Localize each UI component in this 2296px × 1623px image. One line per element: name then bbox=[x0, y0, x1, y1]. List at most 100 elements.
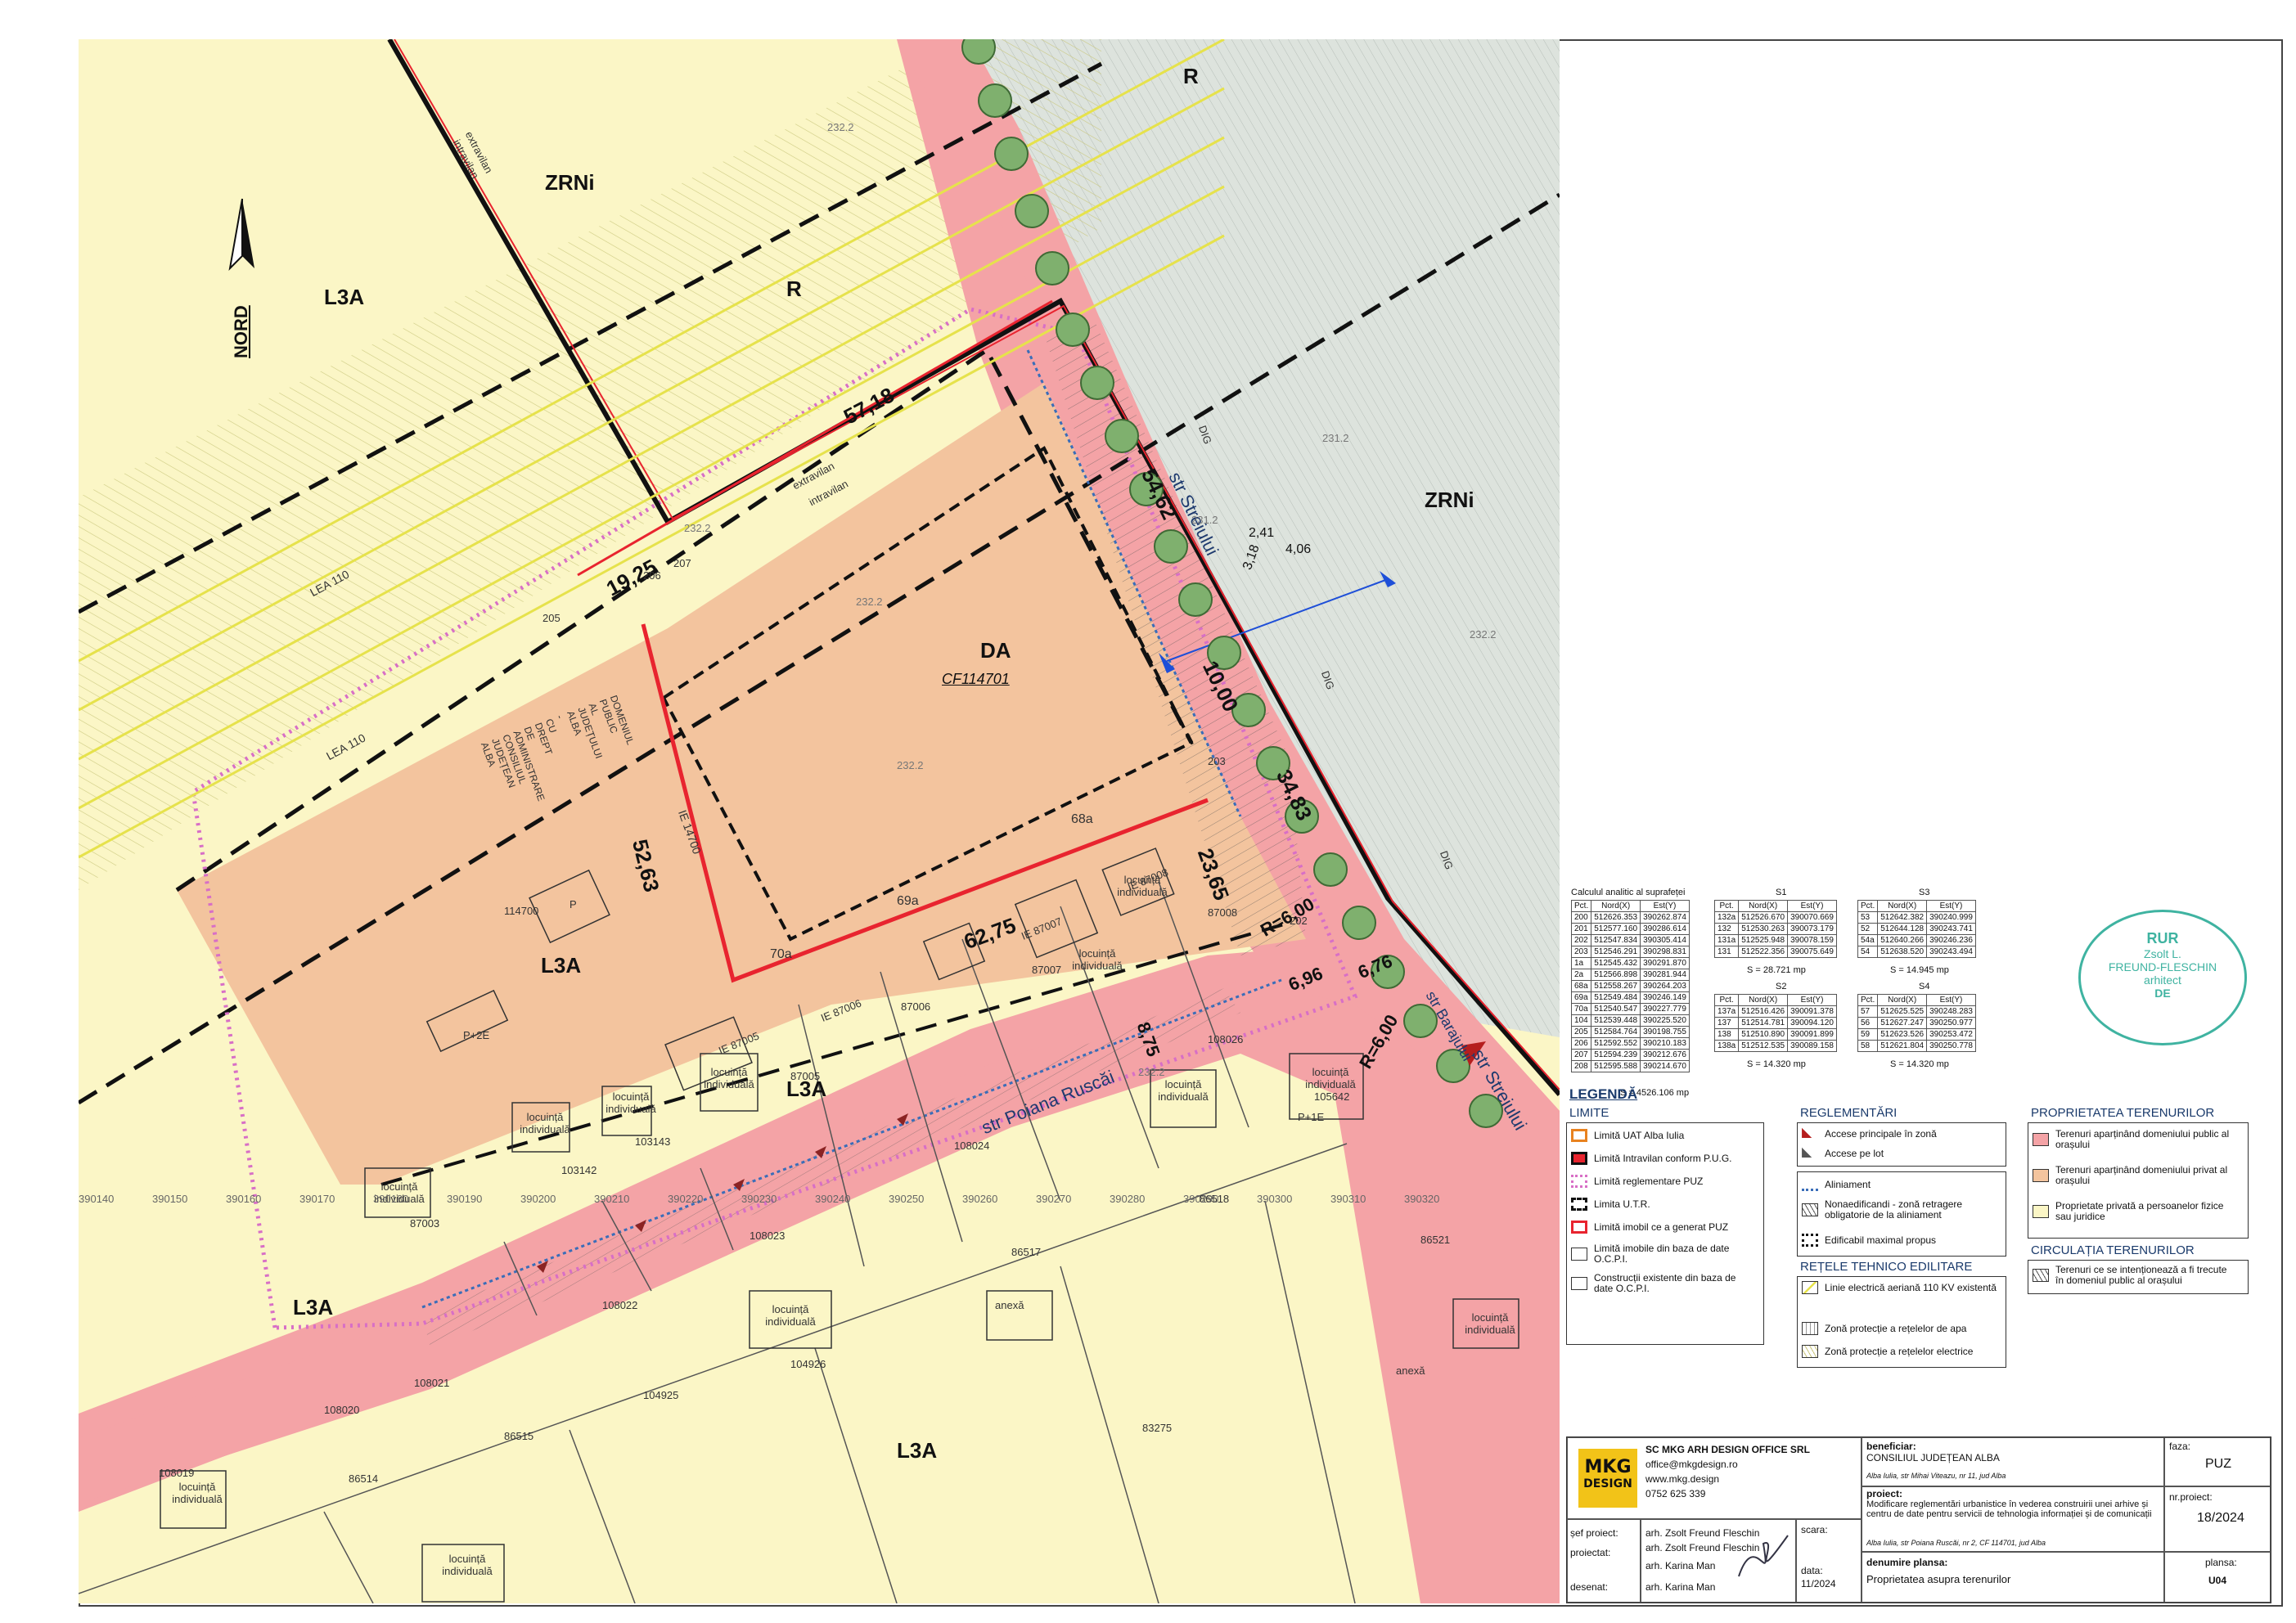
north-label: NORD bbox=[231, 305, 251, 358]
logo-line2: DESIGN bbox=[1583, 1477, 1632, 1490]
stamp-name1: Zsolt L. bbox=[2144, 947, 2181, 960]
parcel-87003: 87003 bbox=[410, 1217, 440, 1230]
tb-data: 11/2024 bbox=[1801, 1578, 1836, 1589]
legend-limit-intravilan-label: Limită Intravilan conform P.U.G. bbox=[1594, 1152, 1732, 1164]
coord-cell: 512644.128 bbox=[1877, 923, 1928, 935]
coord-cell: 390243.494 bbox=[1926, 946, 1976, 958]
coord-cell: 138 bbox=[1713, 1028, 1740, 1041]
coord-row: 137 512514.781 390094.120 bbox=[1713, 1017, 1837, 1029]
tb-beneficiar-addr: Alba Iulia, str Mihai Viteazu, nr 11, ju… bbox=[1866, 1472, 2006, 1480]
coord-cell: 512539.448 bbox=[1591, 1014, 1641, 1027]
tb-web[interactable]: www.mkg.design bbox=[1645, 1473, 1719, 1485]
coord-cell: 512558.267 bbox=[1591, 980, 1641, 992]
coord-row: 205 512584.764 390198.755 bbox=[1570, 1026, 1690, 1038]
legend-privat-label: Proprietate privată a persoanelor fizice… bbox=[2055, 1200, 2224, 1222]
zone-l3a-left: L3A bbox=[293, 1295, 334, 1320]
coord-cell: 208 bbox=[1570, 1060, 1592, 1072]
signature-icon bbox=[1738, 1535, 1789, 1577]
tb-nr-label: nr.proiect: bbox=[2169, 1491, 2213, 1503]
coord-cell: 202 bbox=[1570, 934, 1592, 946]
coord-cell: 390198.755 bbox=[1640, 1026, 1690, 1038]
coord-cell: 390253.472 bbox=[1926, 1028, 1976, 1041]
legend-public-label: Terenuri aparținând domeniului public al… bbox=[2055, 1128, 2230, 1150]
s3-head-nord: Nord(X) bbox=[1877, 900, 1928, 912]
point-202: 202 bbox=[1290, 915, 1308, 927]
coord-cell: 57 bbox=[1857, 1005, 1879, 1018]
coord-row: 201 512577.160 390286.614 bbox=[1570, 923, 1690, 935]
coord-cell: 56 bbox=[1857, 1017, 1879, 1029]
tb-proiect-addr: Alba Iulia, str Poiana Ruscăi, nr 2, CF … bbox=[1866, 1539, 2046, 1547]
calc-head-pct: Pct. bbox=[1570, 900, 1592, 912]
legend-edificabil-label: Edificabil maximal propus bbox=[1825, 1234, 1937, 1246]
grid-x-label: 390180 bbox=[373, 1193, 409, 1205]
calc-s3-total: S = 14.945 mp bbox=[1890, 965, 1949, 975]
point-206: 206 bbox=[643, 569, 661, 582]
swatch-uat bbox=[1571, 1129, 1587, 1142]
coord-cell: 390250.977 bbox=[1926, 1017, 1976, 1029]
coord-cell: 512547.834 bbox=[1591, 934, 1641, 946]
legend-limit-uat-label: Limită UAT Alba Iulia bbox=[1594, 1129, 1685, 1141]
stamp-top: RUR bbox=[2146, 930, 2179, 946]
calc-table-s1: Pct. Nord(X) Est(Y) 132a 512526.670 390070.6… bbox=[1713, 900, 1837, 958]
coord-cell: 131 bbox=[1713, 946, 1740, 958]
coord-cell: 68a bbox=[1570, 980, 1592, 992]
coord-cell: 390298.831 bbox=[1640, 946, 1690, 958]
coord-cell: 137a bbox=[1713, 1005, 1740, 1018]
site-plan-map: L3A ZRNi R R ZRNi DA CF114701 L3A L3A L3… bbox=[79, 39, 1560, 1603]
coord-row: 206 512592.552 390210.183 bbox=[1570, 1037, 1690, 1050]
grid-x-label: 390200 bbox=[520, 1193, 556, 1205]
zone-zrni-right: ZRNi bbox=[1425, 488, 1474, 512]
coord-cell: 390214.670 bbox=[1640, 1060, 1690, 1072]
swatch-aliniament bbox=[1802, 1178, 1818, 1191]
locuinta-1: locuință individuală bbox=[1072, 947, 1123, 972]
legend-reg-head: REGLEMENTĂRI bbox=[1800, 1106, 1898, 1120]
s1-head-pct: Pct. bbox=[1713, 900, 1740, 912]
coord-cell: 512526.670 bbox=[1738, 911, 1789, 924]
grid-x-label: 390290 bbox=[1183, 1193, 1219, 1205]
coord-cell: 390210.183 bbox=[1640, 1037, 1690, 1050]
calc-table-s2: Pct. Nord(X) Est(Y) 137a 512516.426 390091.3… bbox=[1713, 994, 1837, 1052]
coord-cell: 390305.414 bbox=[1640, 934, 1690, 946]
access-lot-icon: ◣ bbox=[1802, 1145, 1812, 1159]
legend-edificabil: Edificabil maximal propus bbox=[1802, 1234, 1936, 1247]
coord-cell: 69a bbox=[1570, 991, 1592, 1004]
grid-x-label: 390260 bbox=[962, 1193, 998, 1205]
swatch-constructii bbox=[1571, 1277, 1587, 1290]
coord-cell: 132 bbox=[1713, 923, 1740, 935]
legend-acces-lot-label: Accese pe lot bbox=[1825, 1147, 1884, 1159]
elevation-7: 232.2 bbox=[1138, 1066, 1165, 1078]
coord-cell: 54a bbox=[1857, 934, 1879, 946]
legend-circ-head: CIRCULAȚIA TERENURILOR bbox=[2031, 1243, 2195, 1257]
stamp-name2: FREUND-FLESCHIN bbox=[2108, 960, 2217, 973]
swatch-utr bbox=[1571, 1198, 1587, 1211]
tb-sef-label: șef proiect: bbox=[1570, 1527, 1618, 1539]
coord-cell: 390262.874 bbox=[1640, 911, 1690, 924]
tb-email[interactable]: office@mkgdesign.ro bbox=[1645, 1459, 1738, 1470]
parcel-104926: 104926 bbox=[790, 1358, 826, 1370]
coord-row: 208 512595.588 390214.670 bbox=[1570, 1060, 1690, 1072]
calc-table-main: Pct. Nord(X) Est(Y) 200 512626.353 390262.… bbox=[1570, 900, 1690, 1072]
coord-cell: 512549.484 bbox=[1591, 991, 1641, 1004]
coord-row: 138a 512512.535 390089.158 bbox=[1713, 1040, 1837, 1052]
grid-x-label: 390150 bbox=[152, 1193, 188, 1205]
grid-x-label: 390230 bbox=[741, 1193, 777, 1205]
coord-row: 70a 512540.547 390227.779 bbox=[1570, 1003, 1690, 1015]
tb-proiectat-label: proiectat: bbox=[1570, 1547, 1611, 1558]
coord-cell: 512525.948 bbox=[1738, 934, 1789, 946]
locuinta-7: locuință individuală bbox=[1305, 1066, 1356, 1090]
coord-cell: 512625.525 bbox=[1877, 1005, 1928, 1018]
legend-constructii: Construcții existente din baza de date O… bbox=[1571, 1273, 1743, 1294]
elevation-3: 232.2 bbox=[856, 596, 883, 608]
coord-cell: 512514.781 bbox=[1738, 1017, 1789, 1029]
tb-denumire-label: denumire plansa: bbox=[1866, 1557, 1948, 1568]
legend-aliniament-label: Aliniament bbox=[1825, 1178, 1871, 1190]
coord-cell: 512530.263 bbox=[1738, 923, 1789, 935]
coord-cell: 2a bbox=[1570, 969, 1592, 981]
zone-l3a-top: L3A bbox=[324, 285, 365, 309]
legend-acces-lot: ◣ Accese pe lot bbox=[1802, 1145, 1884, 1160]
locuinta-12: locuință individuală bbox=[442, 1553, 493, 1577]
coord-cell: 512642.382 bbox=[1877, 911, 1928, 924]
parcel-86514: 86514 bbox=[349, 1472, 379, 1485]
swatch-intravilan bbox=[1571, 1152, 1587, 1165]
legend-net-head: REȚELE TEHNICO EDILITARE bbox=[1800, 1260, 1973, 1274]
